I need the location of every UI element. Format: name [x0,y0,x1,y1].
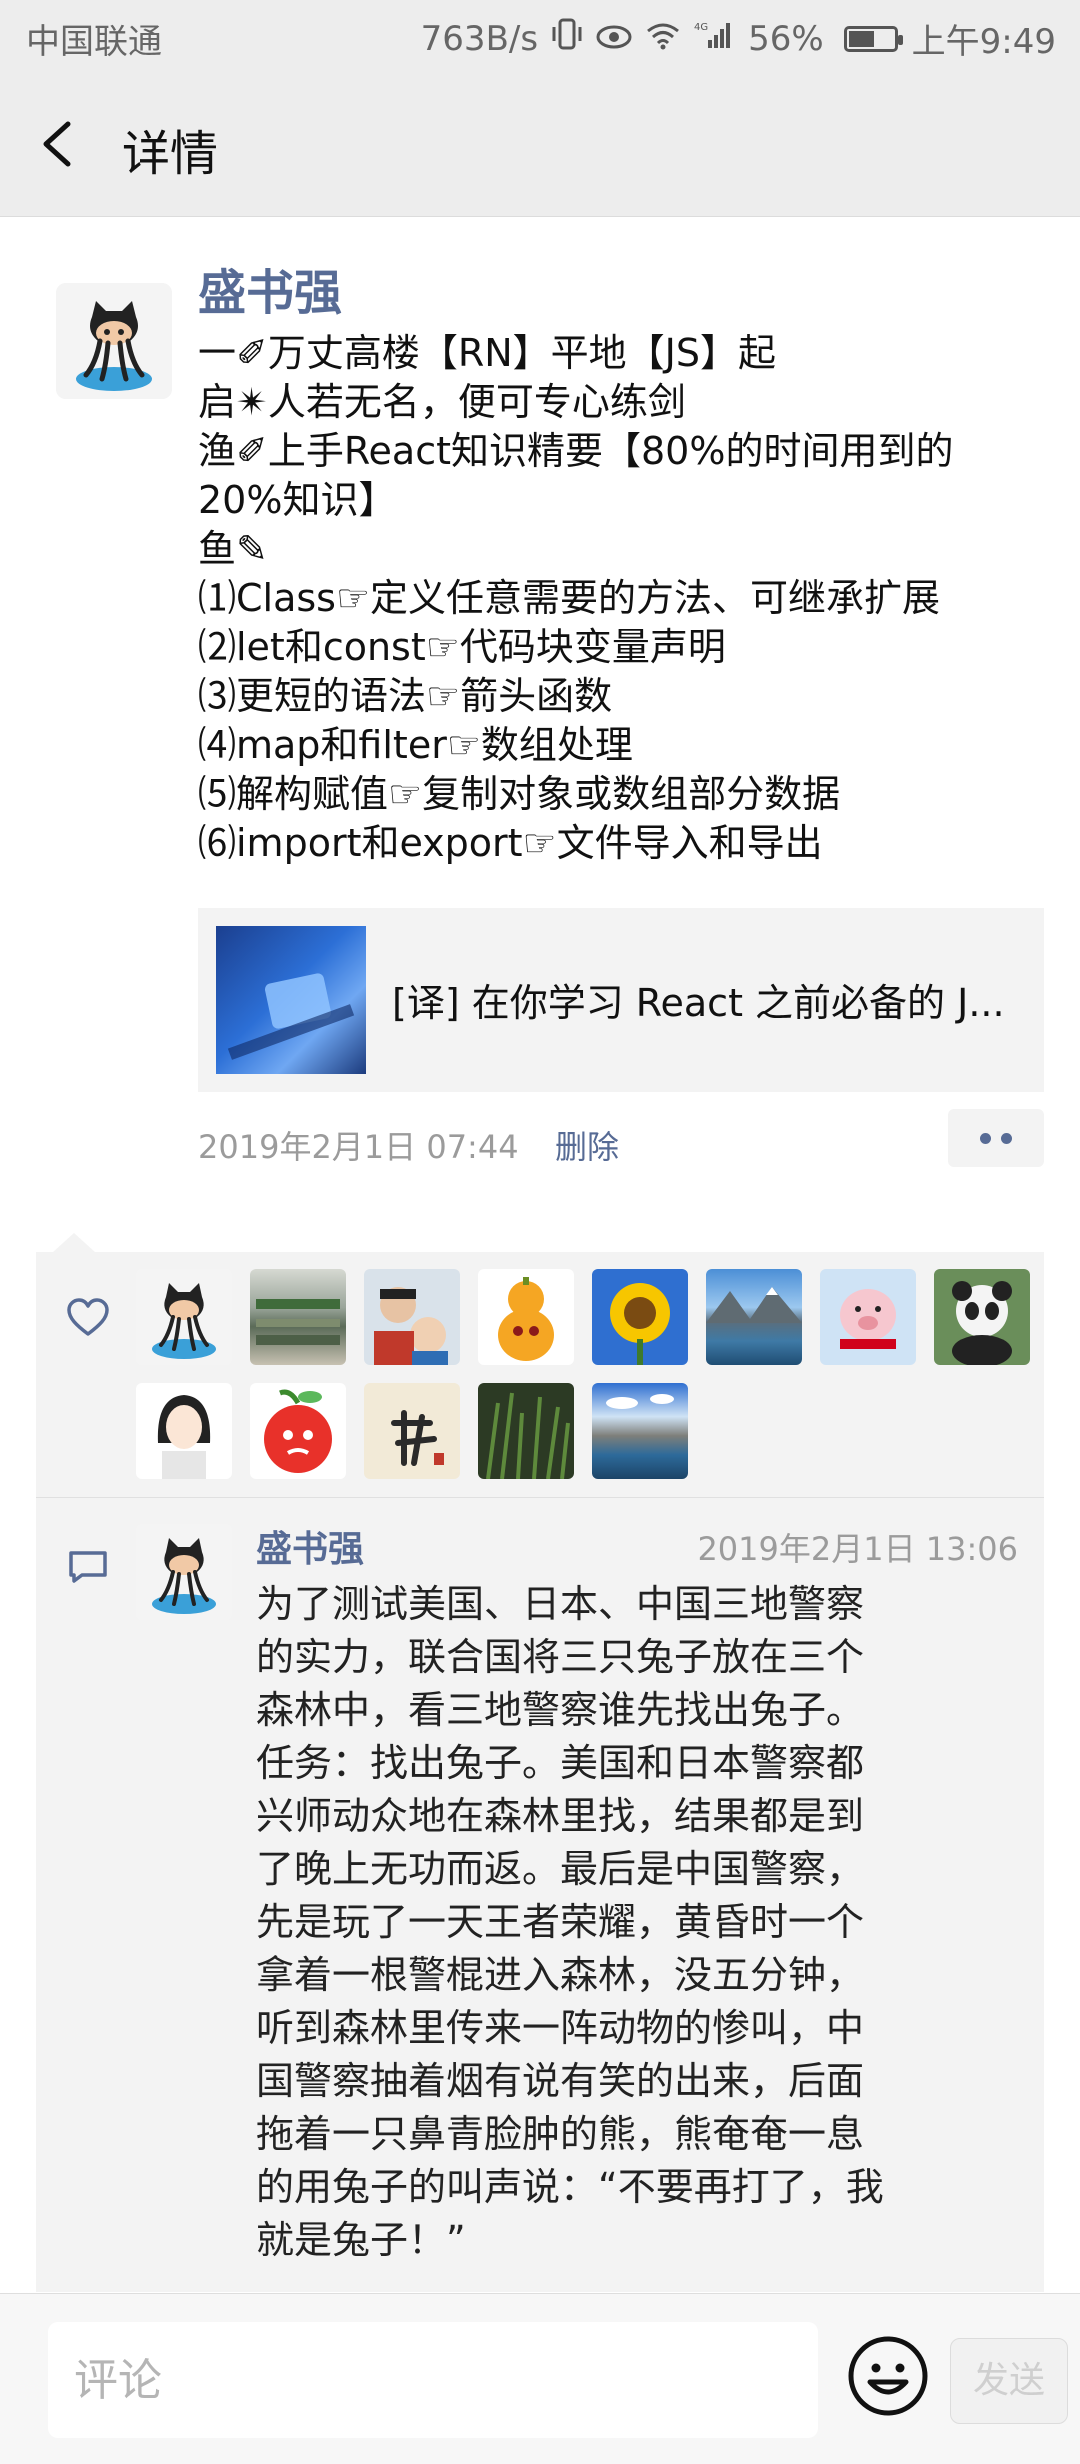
pig-avatar[interactable] [820,1269,916,1365]
comment-line: 兴师动众地在森林里找，结果都是到 [256,1794,865,1838]
interaction-panel: 盛书强 2019年2月1日 13:06 为了测试美国、日本、中国三地警察 的实力… [36,1252,1044,2292]
chevron-left-icon [43,121,71,167]
vibrate-icon [552,17,582,60]
emoji-button[interactable] [846,2334,930,2418]
post-line: ⑶更短的语法☞箭头函数 [198,674,613,718]
calligraphy-avatar[interactable] [364,1383,460,1479]
interaction-pointer [52,1233,96,1253]
comment-line: 的用兔子的叫声说：“不要再打了，我 [256,2165,884,2209]
post-line: ⑷map和filter☞数组处理 [198,723,633,767]
page-title: 详情 [122,126,219,182]
octocat-icon [56,283,172,399]
lake-landscape-avatar[interactable] [592,1383,688,1479]
comment-line: 为了测试美国、日本、中国三地警察 [256,1582,865,1626]
cartoon-girl-avatar[interactable] [136,1383,232,1479]
signal-4g-icon: 4G [694,19,734,59]
post-line: 渔✐上手React知识精要【80%的时间用到的 [198,429,954,473]
heart-outline-icon [66,1298,110,1338]
comment-line: 了晚上无功而返。最后是中国警察， [256,1847,865,1891]
author-avatar[interactable] [56,283,172,399]
smiley-icon [848,2336,928,2416]
father-child-avatar[interactable] [364,1269,460,1365]
comment-input[interactable] [48,2322,818,2438]
post-timestamp: 2019年2月1日 07:44 [198,1128,519,1166]
comment-text[interactable]: 为了测试美国、日本、中国三地警察 的实力，联合国将三只兔子放在三个 森林中，看三… [256,1578,1036,2267]
svg-text:4G: 4G [694,22,708,33]
net-speed: 763B/s [420,18,539,59]
orange-gourd-avatar[interactable] [478,1269,574,1365]
post-line: 一✐万丈高楼【RN】平地【JS】起 [198,331,776,375]
comment-line: 国警察抽着烟有说有笑的出来，后面 [256,2059,865,2103]
comment-input-bar: 发送 [0,2293,1080,2464]
eye-icon [596,19,632,59]
post-author-name[interactable]: 盛书强 [198,253,342,323]
mountain-lake-avatar[interactable] [706,1269,802,1365]
post-line: 启✴人若无名，便可专心练剑 [198,380,686,424]
comment-time: 2019年2月1日 13:06 [697,1530,1018,1568]
battery-percent: 56% [748,18,824,59]
shared-link-card[interactable]: [译] 在你学习 React 之前必备的 J... [198,908,1044,1092]
nav-bar: 详情 [0,72,1080,217]
sunflower-avatar[interactable] [592,1269,688,1365]
post-line: ⑸解构赋值☞复制对象或数组部分数据 [198,772,841,816]
comment-line: 任务：找出兔子。美国和日本警察都 [256,1741,865,1785]
more-actions-button[interactable] [948,1109,1044,1167]
battery-level [848,30,874,47]
carrier-label: 中国联通 [26,22,162,62]
status-right: 763B/s 4G 56% 上午9:49 [421,14,1056,63]
supermarket-avatar[interactable] [250,1269,346,1365]
post-line: 鱼✎ [198,527,268,571]
battery-icon [843,25,903,52]
post-line: 20%知识】 [198,478,397,522]
comment-author-name[interactable]: 盛书强 [256,1520,364,1572]
comment-line: 森林中，看三地警察谁先找出兔子。 [256,1688,865,1732]
panda-avatar[interactable] [934,1269,1030,1365]
red-fruit-character-avatar[interactable] [250,1383,346,1479]
post-line: ⑴Class☞定义任意需要的方法、可继承扩展 [198,576,941,620]
comment-bubble-icon [68,1550,108,1584]
comment-line: 就是兔子！” [256,2218,466,2262]
wifi-icon [646,19,680,59]
comment-line: 拖着一只鼻青脸肿的熊，熊奄奄一息 [256,2112,865,2156]
post-content: 一✐万丈高楼【RN】平地【JS】起 启✴人若无名，便可专心练剑 渔✐上手Reac… [198,329,1038,868]
clock: 上午9:49 [911,22,1056,62]
comment-line: 听到森林里传来一阵动物的惨叫，中 [256,2006,865,2050]
post-line: ⑹import和export☞文件导入和导出 [198,821,823,865]
comment-line: 先是玩了一天王者荣耀，黄昏时一个 [256,1900,865,1944]
post-line: ⑵let和const☞代码块变量声明 [198,625,726,669]
link-title: [译] 在你学习 React 之前必备的 J... [392,981,1005,1025]
link-thumbnail [216,926,366,1074]
delete-button[interactable]: 删除 [555,1122,619,1168]
comment-line: 的实力，联合国将三只兔子放在三个 [256,1635,865,1679]
octocat-avatar[interactable] [136,1269,232,1365]
back-button[interactable] [30,112,94,176]
likes-comments-divider [36,1497,1044,1498]
send-button[interactable]: 发送 [950,2338,1068,2424]
comment-line: 拿着一根警棍进入森林，没五分钟， [256,1953,865,1997]
more-dots-icon [980,1133,991,1144]
grass-avatar[interactable] [478,1383,574,1479]
comment-author-avatar[interactable] [136,1524,232,1620]
status-bar: 中国联通 763B/s 4G 56% 上午9:49 [0,0,1080,72]
